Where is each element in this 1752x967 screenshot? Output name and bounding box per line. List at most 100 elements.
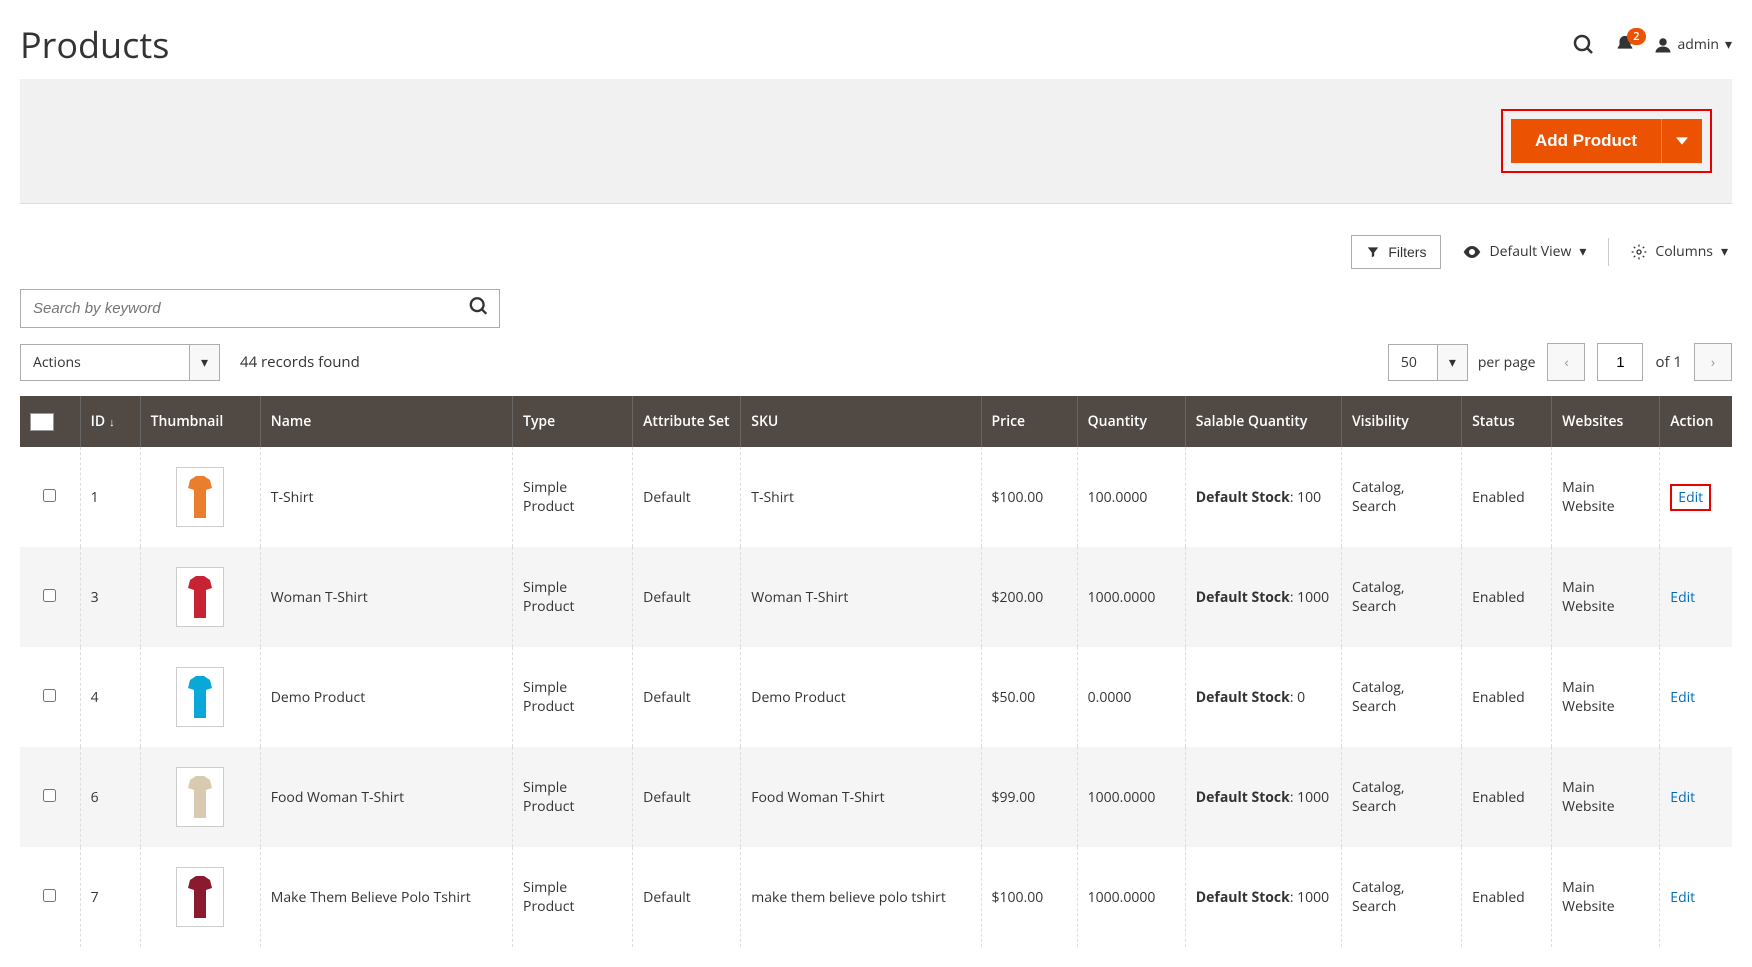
table-row[interactable]: 1T-ShirtSimple ProductDefaultT-Shirt$100…: [20, 447, 1732, 547]
cell-status: Enabled: [1462, 847, 1552, 947]
cell-attribute-set: Default: [633, 847, 741, 947]
cell-salable-quantity: Default Stock: 1000: [1185, 547, 1341, 647]
cell-sku: Woman T-Shirt: [741, 547, 981, 647]
cell-quantity: 0.0000: [1077, 647, 1185, 747]
col-thumbnail[interactable]: Thumbnail: [140, 396, 260, 447]
edit-link[interactable]: Edit: [1670, 688, 1695, 707]
cell-quantity: 1000.0000: [1077, 547, 1185, 647]
edit-link[interactable]: Edit: [1670, 484, 1711, 511]
notifications-icon[interactable]: 2: [1614, 34, 1636, 56]
col-salable-quantity[interactable]: Salable Quantity: [1185, 396, 1341, 447]
search-row: [20, 289, 1732, 328]
row-checkbox[interactable]: [43, 889, 56, 902]
filters-button[interactable]: Filters: [1351, 235, 1441, 269]
select-all-header[interactable]: ▾: [20, 396, 80, 447]
cell-id: 4: [80, 647, 140, 747]
cell-attribute-set: Default: [633, 447, 741, 547]
cell-type: Simple Product: [513, 547, 633, 647]
cell-sku: Food Woman T-Shirt: [741, 747, 981, 847]
col-sku[interactable]: SKU: [741, 396, 981, 447]
cell-price: $100.00: [981, 847, 1077, 947]
eye-icon: [1463, 245, 1481, 259]
gear-icon: [1631, 244, 1647, 260]
table-row[interactable]: 7Make Them Believe Polo TshirtSimple Pro…: [20, 847, 1732, 947]
actions-dropdown[interactable]: Actions ▾: [20, 344, 220, 381]
edit-link[interactable]: Edit: [1670, 588, 1695, 607]
cell-type: Simple Product: [513, 747, 633, 847]
cell-name: Make Them Believe Polo Tshirt: [260, 847, 512, 947]
cell-salable-quantity: Default Stock: 1000: [1185, 747, 1341, 847]
default-view-button[interactable]: Default View ▾: [1459, 234, 1590, 269]
cell-id: 6: [80, 747, 140, 847]
per-page-value[interactable]: 50: [1388, 344, 1438, 381]
cell-status: Enabled: [1462, 547, 1552, 647]
cell-type: Simple Product: [513, 847, 633, 947]
col-status[interactable]: Status: [1462, 396, 1552, 447]
col-price[interactable]: Price: [981, 396, 1077, 447]
prev-page-button[interactable]: ‹: [1547, 343, 1585, 381]
thumbnail: [176, 567, 224, 627]
col-type[interactable]: Type: [513, 396, 633, 447]
search-icon[interactable]: [1572, 33, 1596, 57]
cell-name: T-Shirt: [260, 447, 512, 547]
add-product-button[interactable]: Add Product: [1511, 119, 1661, 163]
add-product-highlight: Add Product: [1501, 109, 1712, 173]
col-action[interactable]: Action: [1660, 396, 1732, 447]
cell-id: 1: [80, 447, 140, 547]
cell-visibility: Catalog, Search: [1341, 447, 1461, 547]
divider: [1608, 238, 1609, 266]
search-input[interactable]: [20, 289, 500, 328]
cell-name: Food Woman T-Shirt: [260, 747, 512, 847]
add-product-dropdown-toggle[interactable]: [1661, 119, 1702, 163]
thumbnail: [176, 767, 224, 827]
table-row[interactable]: 3Woman T-ShirtSimple ProductDefaultWoman…: [20, 547, 1732, 647]
row-checkbox[interactable]: [43, 789, 56, 802]
user-menu[interactable]: admin ▾: [1654, 35, 1732, 54]
columns-button[interactable]: Columns ▾: [1627, 234, 1732, 269]
cell-websites: Main Website: [1552, 647, 1660, 747]
cell-price: $99.00: [981, 747, 1077, 847]
col-quantity[interactable]: Quantity: [1077, 396, 1185, 447]
row-checkbox[interactable]: [43, 589, 56, 602]
cell-type: Simple Product: [513, 447, 633, 547]
cell-status: Enabled: [1462, 447, 1552, 547]
cell-salable-quantity: Default Stock: 0: [1185, 647, 1341, 747]
cell-name: Demo Product: [260, 647, 512, 747]
edit-link[interactable]: Edit: [1670, 788, 1695, 807]
page-input[interactable]: [1597, 343, 1643, 381]
cell-websites: Main Website: [1552, 447, 1660, 547]
grid-controls: Filters Default View ▾ Columns ▾: [20, 234, 1732, 269]
cell-attribute-set: Default: [633, 547, 741, 647]
per-page-toggle[interactable]: ▾: [1438, 344, 1468, 381]
col-visibility[interactable]: Visibility: [1341, 396, 1461, 447]
col-attribute-set[interactable]: Attribute Set: [633, 396, 741, 447]
action-bar: Add Product: [20, 79, 1732, 204]
row-checkbox[interactable]: [43, 689, 56, 702]
col-websites[interactable]: Websites: [1552, 396, 1660, 447]
next-page-button[interactable]: ›: [1694, 343, 1732, 381]
page-header: Products 2 admin ▾: [20, 0, 1732, 79]
actions-row: Actions ▾ 44 records found 50 ▾ per page…: [20, 343, 1732, 381]
notification-badge: 2: [1627, 28, 1645, 45]
col-name[interactable]: Name: [260, 396, 512, 447]
edit-link[interactable]: Edit: [1670, 888, 1695, 907]
chevron-down-icon[interactable]: ▾: [190, 344, 220, 381]
cell-id: 3: [80, 547, 140, 647]
cell-visibility: Catalog, Search: [1341, 847, 1461, 947]
funnel-icon: [1366, 245, 1380, 259]
per-page-label: per page: [1478, 353, 1536, 372]
row-checkbox[interactable]: [43, 489, 56, 502]
chevron-down-icon: ▾: [1579, 242, 1586, 261]
cell-price: $50.00: [981, 647, 1077, 747]
col-id[interactable]: ID↓: [80, 396, 140, 447]
cell-salable-quantity: Default Stock: 100: [1185, 447, 1341, 547]
cell-visibility: Catalog, Search: [1341, 547, 1461, 647]
page-total: of 1: [1655, 352, 1682, 372]
table-row[interactable]: 4Demo ProductSimple ProductDefaultDemo P…: [20, 647, 1732, 747]
cell-type: Simple Product: [513, 647, 633, 747]
search-box: [20, 289, 500, 328]
search-icon[interactable]: [468, 295, 490, 322]
table-row[interactable]: 6Food Woman T-ShirtSimple ProductDefault…: [20, 747, 1732, 847]
pager: 50 ▾ per page ‹ of 1 ›: [1388, 343, 1732, 381]
cell-name: Woman T-Shirt: [260, 547, 512, 647]
